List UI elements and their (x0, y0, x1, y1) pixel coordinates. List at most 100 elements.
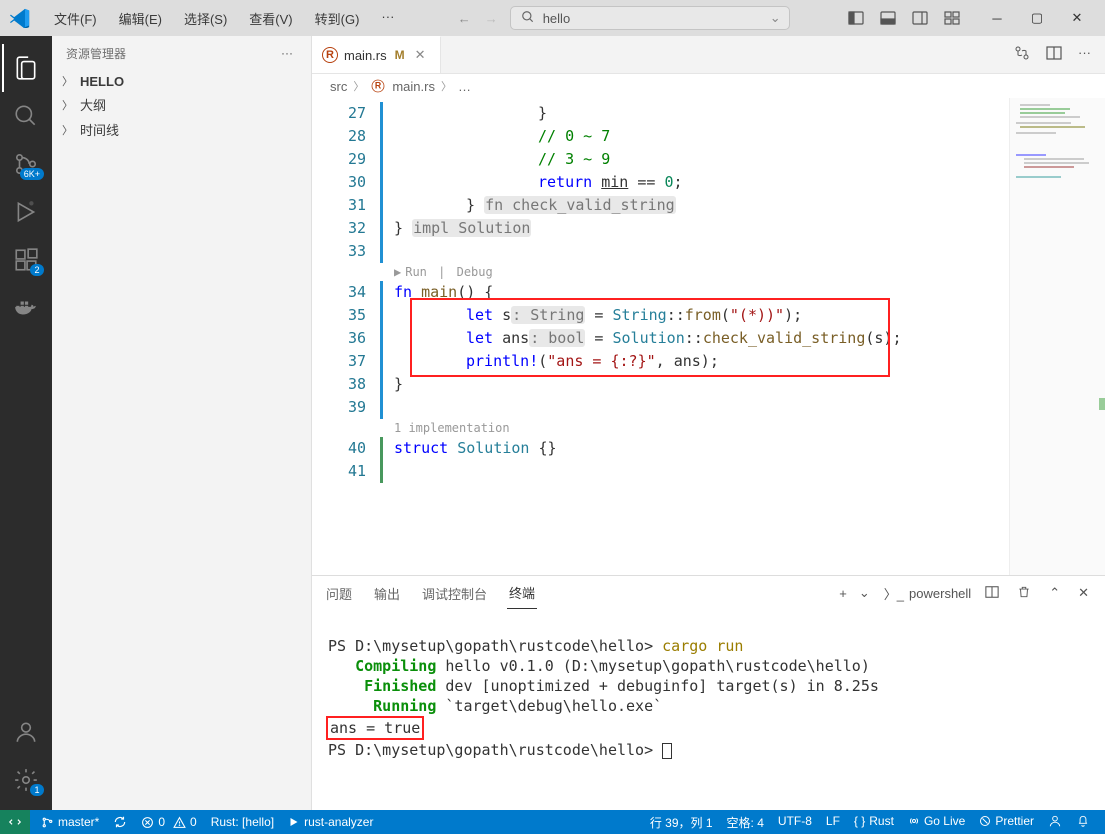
activity-docker[interactable] (2, 284, 50, 332)
minimap[interactable] (1009, 98, 1105, 575)
tree-item-outline[interactable]: 〉 大纲 (52, 92, 311, 117)
status-rust-analyzer[interactable]: rust-analyzer (281, 810, 380, 834)
sidebar-title: 资源管理器 (66, 45, 126, 62)
chevron-right-icon: 〉 (62, 73, 76, 89)
codelens-implementations[interactable]: 1 implementation (380, 419, 1105, 437)
rust-file-icon: R (372, 80, 385, 93)
status-bell-icon[interactable] (1069, 814, 1097, 828)
sidebar-more-icon[interactable]: ··· (277, 44, 297, 62)
explorer-sidebar: 资源管理器 ··· 〉 HELLO 〉 大纲 〉 时间线 (52, 36, 312, 810)
menu-view[interactable]: 查看(V) (239, 5, 302, 32)
window-close-button[interactable]: ✕ (1057, 3, 1097, 33)
customize-layout-icon[interactable] (939, 5, 965, 31)
breadcrumbs[interactable]: src 〉 R main.rs 〉 … (312, 74, 1105, 98)
breadcrumb-more[interactable]: … (458, 79, 471, 94)
menu-edit[interactable]: 编辑(E) (109, 5, 172, 32)
split-terminal-icon[interactable] (981, 583, 1003, 604)
panel-tab-problems[interactable]: 问题 (324, 578, 354, 609)
breadcrumb-folder[interactable]: src (330, 79, 347, 94)
activity-scm[interactable]: 6K+ (2, 140, 50, 188)
toggle-primary-sidebar-icon[interactable] (843, 5, 869, 31)
editor-group: R main.rs M ✕ ··· src 〉 R main.rs 〉 … 27… (312, 36, 1105, 810)
chevron-right-icon: 〉 (62, 97, 76, 113)
vscode-logo-icon (8, 6, 32, 30)
status-encoding[interactable]: UTF-8 (771, 814, 819, 828)
status-eol[interactable]: LF (819, 814, 847, 828)
status-branch[interactable]: master* (34, 810, 106, 834)
status-rust-project[interactable]: Rust: [hello] (204, 810, 281, 834)
activity-run-debug[interactable] (2, 188, 50, 236)
editor-more-icon[interactable]: ··· (1074, 41, 1095, 68)
title-bar: 文件(F) 编辑(E) 选择(S) 查看(V) 转到(G) ··· ← → he… (0, 0, 1105, 36)
window-maximize-button[interactable]: ▢ (1017, 3, 1057, 33)
terminal-shell-icon: 〉_ (884, 584, 904, 603)
search-icon (521, 10, 535, 27)
activity-search[interactable] (2, 92, 50, 140)
window-minimize-button[interactable]: ─ (977, 3, 1017, 33)
menu-file[interactable]: 文件(F) (44, 5, 107, 32)
panel-tab-terminal[interactable]: 终端 (507, 577, 537, 609)
toggle-secondary-sidebar-icon[interactable] (907, 5, 933, 31)
terminal-highlighted-output: ans = true (326, 716, 424, 740)
terminal-cursor (662, 743, 672, 759)
nav-back-icon[interactable]: ← (458, 11, 471, 26)
panel-tab-debug-console[interactable]: 调试控制台 (420, 578, 489, 609)
command-center-search[interactable]: hello ⌄ (510, 6, 790, 30)
menu-select[interactable]: 选择(S) (174, 5, 237, 32)
code-area[interactable]: }// 0 ~ 7// 3 ~ 9return min == 0;} fn ch… (380, 98, 1105, 575)
editor-tabs: R main.rs M ✕ ··· (312, 36, 1105, 74)
status-cursor-position[interactable]: 行 39，列 1 (643, 814, 720, 831)
settings-badge: 1 (30, 784, 44, 796)
maximize-panel-icon[interactable]: ⌃ (1045, 583, 1064, 603)
nav-forward-icon[interactable]: → (485, 11, 498, 26)
codelens-run-debug[interactable]: ▶ Run | Debug (380, 263, 1105, 281)
tab-filename: main.rs (344, 48, 387, 63)
status-sync[interactable] (106, 810, 134, 834)
activity-account[interactable] (2, 708, 50, 756)
close-panel-icon[interactable]: ✕ (1074, 583, 1093, 603)
activity-settings[interactable]: 1 (2, 756, 50, 804)
extensions-badge: 2 (30, 264, 44, 276)
chevron-right-icon: 〉 (353, 78, 364, 94)
tab-modified-badge: M (395, 48, 405, 62)
line-gutter: 272829303132333435363738394041 (312, 98, 380, 575)
code-editor[interactable]: 272829303132333435363738394041 }// 0 ~ 7… (312, 98, 1105, 575)
tree-label: 时间线 (80, 120, 119, 139)
rust-file-icon: R (322, 47, 338, 63)
activity-extensions[interactable]: 2 (2, 236, 50, 284)
status-warnings[interactable]: 0 (166, 810, 204, 834)
tab-main-rs[interactable]: R main.rs M ✕ (312, 36, 441, 73)
status-feedback-icon[interactable] (1041, 814, 1069, 828)
tab-close-icon[interactable]: ✕ (411, 47, 430, 63)
tree-item-hello[interactable]: 〉 HELLO (52, 70, 311, 92)
tree-label: 大纲 (80, 95, 106, 114)
status-language[interactable]: { }Rust (847, 814, 901, 828)
menu-more[interactable]: ··· (371, 5, 404, 32)
new-terminal-icon[interactable]: + (835, 584, 851, 603)
activity-bar: 6K+ 2 1 (0, 36, 52, 810)
status-prettier[interactable]: Prettier (972, 814, 1041, 828)
split-editor-icon[interactable] (1042, 41, 1066, 68)
terminal-output[interactable]: PS D:\mysetup\gopath\rustcode\hello> car… (312, 610, 1105, 810)
scm-badge: 6K+ (20, 168, 44, 180)
status-go-live[interactable]: Go Live (901, 814, 972, 828)
bottom-panel: 问题 输出 调试控制台 终端 + ⌄ 〉_powershell ⌃ ✕ PS D… (312, 575, 1105, 810)
kill-terminal-icon[interactable] (1013, 583, 1035, 604)
menu-goto[interactable]: 转到(G) (305, 5, 370, 32)
chevron-right-icon: 〉 (62, 122, 76, 138)
toggle-panel-icon[interactable] (875, 5, 901, 31)
terminal-profile[interactable]: 〉_powershell (884, 584, 971, 603)
chevron-right-icon: 〉 (441, 78, 452, 94)
panel-tab-output[interactable]: 输出 (372, 578, 402, 609)
tree-item-timeline[interactable]: 〉 时间线 (52, 117, 311, 142)
menu-bar: 文件(F) 编辑(E) 选择(S) 查看(V) 转到(G) ··· (44, 5, 404, 32)
activity-explorer[interactable] (2, 44, 50, 92)
chevron-down-icon: ⌄ (770, 10, 781, 26)
status-remote[interactable] (0, 810, 30, 834)
breadcrumb-file[interactable]: main.rs (392, 79, 435, 94)
tree-label: HELLO (80, 74, 124, 89)
compare-changes-icon[interactable] (1010, 41, 1034, 68)
terminal-split-chevron-icon[interactable]: ⌄ (855, 583, 874, 603)
search-text: hello (543, 11, 570, 26)
status-indentation[interactable]: 空格: 4 (720, 814, 771, 831)
